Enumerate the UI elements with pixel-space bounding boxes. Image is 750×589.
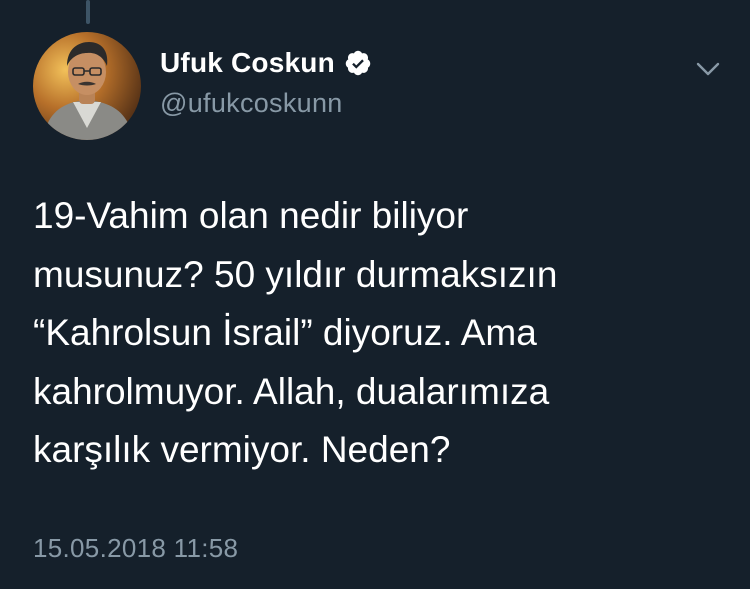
chevron-down-icon[interactable]	[693, 58, 723, 80]
tweet-text: 19-Vahim olan nedir biliyor musunuz? 50 …	[33, 187, 723, 480]
avatar[interactable]	[33, 32, 141, 140]
tweet-text-line: “Kahrolsun İsrail” diyoruz. Ama	[33, 312, 537, 353]
author-handle[interactable]: @ufukcoskunn	[160, 88, 343, 119]
tweet-text-line: musunuz? 50 yıldır durmaksızın	[33, 253, 558, 295]
tweet-text-line: 19-Vahim olan nedir biliyor	[33, 195, 469, 236]
display-name[interactable]: Ufuk Coskun	[160, 47, 335, 79]
thread-connector-line	[86, 0, 90, 24]
tweet-timestamp[interactable]: 15.05.2018 11:58	[33, 533, 238, 564]
profile-photo	[33, 32, 141, 140]
verified-badge-icon	[345, 50, 371, 76]
author-name-row[interactable]: Ufuk Coskun	[160, 47, 372, 79]
tweet-text-line: kahrolmuyor. Allah, dualarımıza	[33, 370, 550, 412]
tweet-text-line: karşılık vermiyor. Neden?	[33, 429, 451, 470]
